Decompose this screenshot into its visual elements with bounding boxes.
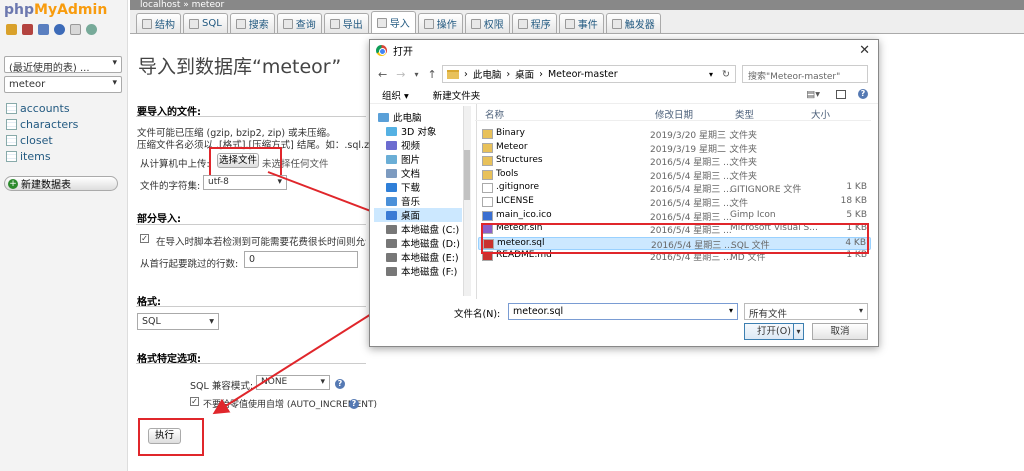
- file-size: 1 KB: [846, 182, 867, 193]
- file-date: 2019/3/19 星期二 ...: [650, 144, 738, 155]
- file-name: main_ico.ico: [496, 209, 552, 220]
- desktop-icon: [386, 210, 397, 220]
- chevron-down-icon: ▾: [858, 306, 863, 315]
- file-name: Tools: [496, 168, 519, 179]
- file-date: 2016/5/4 星期三 ...: [650, 185, 732, 196]
- file-row[interactable]: Meteor 2019/3/19 星期二 ... 文件夹: [478, 142, 871, 155]
- drive-icon: [386, 224, 397, 234]
- file-name: Binary: [496, 128, 525, 138]
- file-type: 文件夹: [730, 171, 758, 182]
- computer-icon: [378, 112, 389, 122]
- file-icon: [482, 183, 493, 194]
- tree-item-documents[interactable]: 文档: [386, 166, 420, 180]
- drive-icon: [386, 252, 397, 262]
- file-name: Structures: [496, 155, 543, 166]
- file-date: 2016/5/4 星期三 ...: [650, 199, 732, 209]
- help-icon[interactable]: ?: [858, 89, 868, 99]
- picture-icon: [386, 154, 397, 164]
- chevron-down-icon: ▾: [728, 306, 733, 315]
- dialog-titlebar: 打开: [370, 40, 878, 60]
- file-row[interactable]: Tools 2016/5/4 星期三 ... 文件夹: [478, 169, 871, 182]
- filename-label: 文件名(N):: [454, 309, 501, 320]
- forward-icon[interactable]: →: [396, 68, 405, 81]
- file-row[interactable]: main_ico.ico 2016/5/4 星期三 ... Gimp Icon 5 K…: [478, 210, 871, 223]
- chevron-down-icon[interactable]: ▾: [709, 70, 713, 79]
- up-icon[interactable]: ↑: [427, 68, 436, 81]
- tree-item-drive-d[interactable]: 本地磁盘 (D:): [386, 236, 460, 250]
- file-type: GITIGNORE 文件: [730, 185, 802, 196]
- file-name: LICENSE: [496, 196, 534, 206]
- file-icon: [482, 210, 493, 221]
- folder-icon: [482, 142, 493, 153]
- file-type: 文件夹: [730, 158, 758, 169]
- tree-item-this-pc[interactable]: 此电脑: [378, 110, 422, 124]
- folder-icon: [482, 169, 493, 180]
- drive-icon: [386, 266, 397, 276]
- file-type: 文件夹: [730, 131, 758, 141]
- file-row[interactable]: .gitignore 2016/5/4 星期三 ... GITIGNORE 文件 1 …: [478, 182, 871, 195]
- refresh-icon[interactable]: ↻: [722, 69, 730, 80]
- file-date: 2016/5/4 星期三 ...: [650, 212, 732, 223]
- file-row[interactable]: Structures 2016/5/4 星期三 ... 文件夹: [478, 155, 871, 168]
- chevron-down-icon[interactable]: ▾: [414, 70, 418, 79]
- music-icon: [386, 196, 397, 206]
- folder-icon: [482, 129, 493, 139]
- divider: [475, 120, 871, 121]
- cancel-button[interactable]: 取消: [812, 323, 868, 340]
- cube-icon: [386, 126, 397, 136]
- tree-item-3d[interactable]: 3D 对象: [386, 124, 436, 138]
- tree-item-music[interactable]: 音乐: [386, 194, 420, 208]
- file-name: Meteor: [496, 141, 528, 152]
- tree-item-downloads[interactable]: 下载: [386, 180, 420, 194]
- tree-item-drive-c[interactable]: 本地磁盘 (C:): [386, 222, 459, 236]
- tree-item-drive-f[interactable]: 本地磁盘 (F:): [386, 264, 457, 278]
- filename-input[interactable]: meteor.sql ▾: [508, 303, 738, 320]
- tree-item-drive-e[interactable]: 本地磁盘 (E:): [386, 250, 459, 264]
- file-list: 名称 修改日期 类型 大小 Binary 2019/3/20 星期三 ... 文件夹…: [475, 104, 875, 302]
- command-bar: 组织 ▾ 新建文件夹 ▤▾ ?: [370, 86, 878, 104]
- tree-item-desktop[interactable]: 桌面: [374, 208, 462, 222]
- file-size: 5 KB: [846, 209, 867, 220]
- back-icon[interactable]: ←: [378, 68, 387, 81]
- column-size[interactable]: 大小: [811, 107, 830, 121]
- chrome-icon: [376, 44, 387, 56]
- close-icon[interactable]: ✕: [859, 43, 870, 58]
- file-type: Gimp Icon: [730, 209, 776, 220]
- video-icon: [386, 140, 397, 150]
- view-icon[interactable]: ▤▾: [806, 89, 820, 100]
- file-name: .gitignore: [496, 182, 540, 193]
- new-folder-button[interactable]: 新建文件夹: [433, 88, 481, 102]
- preview-pane-icon[interactable]: [836, 90, 846, 99]
- chevron-down-icon[interactable]: ▾: [793, 324, 803, 339]
- file-type: 文件: [730, 199, 749, 209]
- tree-scrollbar-thumb[interactable]: [464, 150, 470, 200]
- tree-item-videos[interactable]: 视频: [386, 138, 420, 152]
- address-bar[interactable]: › 此电脑 › 桌面 › Meteor-master ▾ ↻: [442, 65, 736, 83]
- tree-item-pictures[interactable]: 图片: [386, 152, 420, 166]
- drive-icon: [386, 238, 397, 248]
- tree-scrollbar[interactable]: [463, 106, 471, 296]
- organize-button[interactable]: 组织 ▾: [382, 88, 409, 102]
- column-date[interactable]: 修改日期: [655, 107, 693, 121]
- file-row[interactable]: LICENSE 2016/5/4 星期三 ... 文件 18 KB: [478, 196, 871, 209]
- open-file-dialog: 打开 ✕ ← → ▾ ↑ › 此电脑 › 桌面 › Meteor-master ▾ ↻ 搜…: [369, 39, 879, 347]
- open-button[interactable]: 打开(O) ▾: [744, 323, 804, 340]
- nav-tree: 此电脑 3D 对象 视频 图片 文档 下载 音乐 桌面 本地磁盘 (C:) 本地…: [374, 106, 466, 296]
- file-date: 2016/5/4 星期三 ...: [650, 171, 732, 182]
- column-type[interactable]: 类型: [735, 107, 754, 121]
- column-name[interactable]: 名称: [485, 107, 504, 121]
- filetype-select[interactable]: 所有文件 ▾: [744, 303, 868, 320]
- folder-icon: [482, 156, 493, 167]
- folder-icon: [447, 69, 459, 79]
- file-date: 2019/3/20 星期三 ...: [650, 131, 738, 141]
- highlight-box: [481, 223, 869, 254]
- file-date: 2016/5/4 星期三 ...: [650, 158, 732, 169]
- file-size: 18 KB: [840, 196, 867, 206]
- file-row[interactable]: Binary 2019/3/20 星期三 ... 文件夹: [478, 128, 871, 141]
- file-icon: [482, 197, 493, 207]
- document-icon: [386, 168, 397, 178]
- file-type: 文件夹: [730, 144, 758, 155]
- download-icon: [386, 182, 397, 192]
- search-input[interactable]: 搜索"Meteor-master": [742, 65, 868, 83]
